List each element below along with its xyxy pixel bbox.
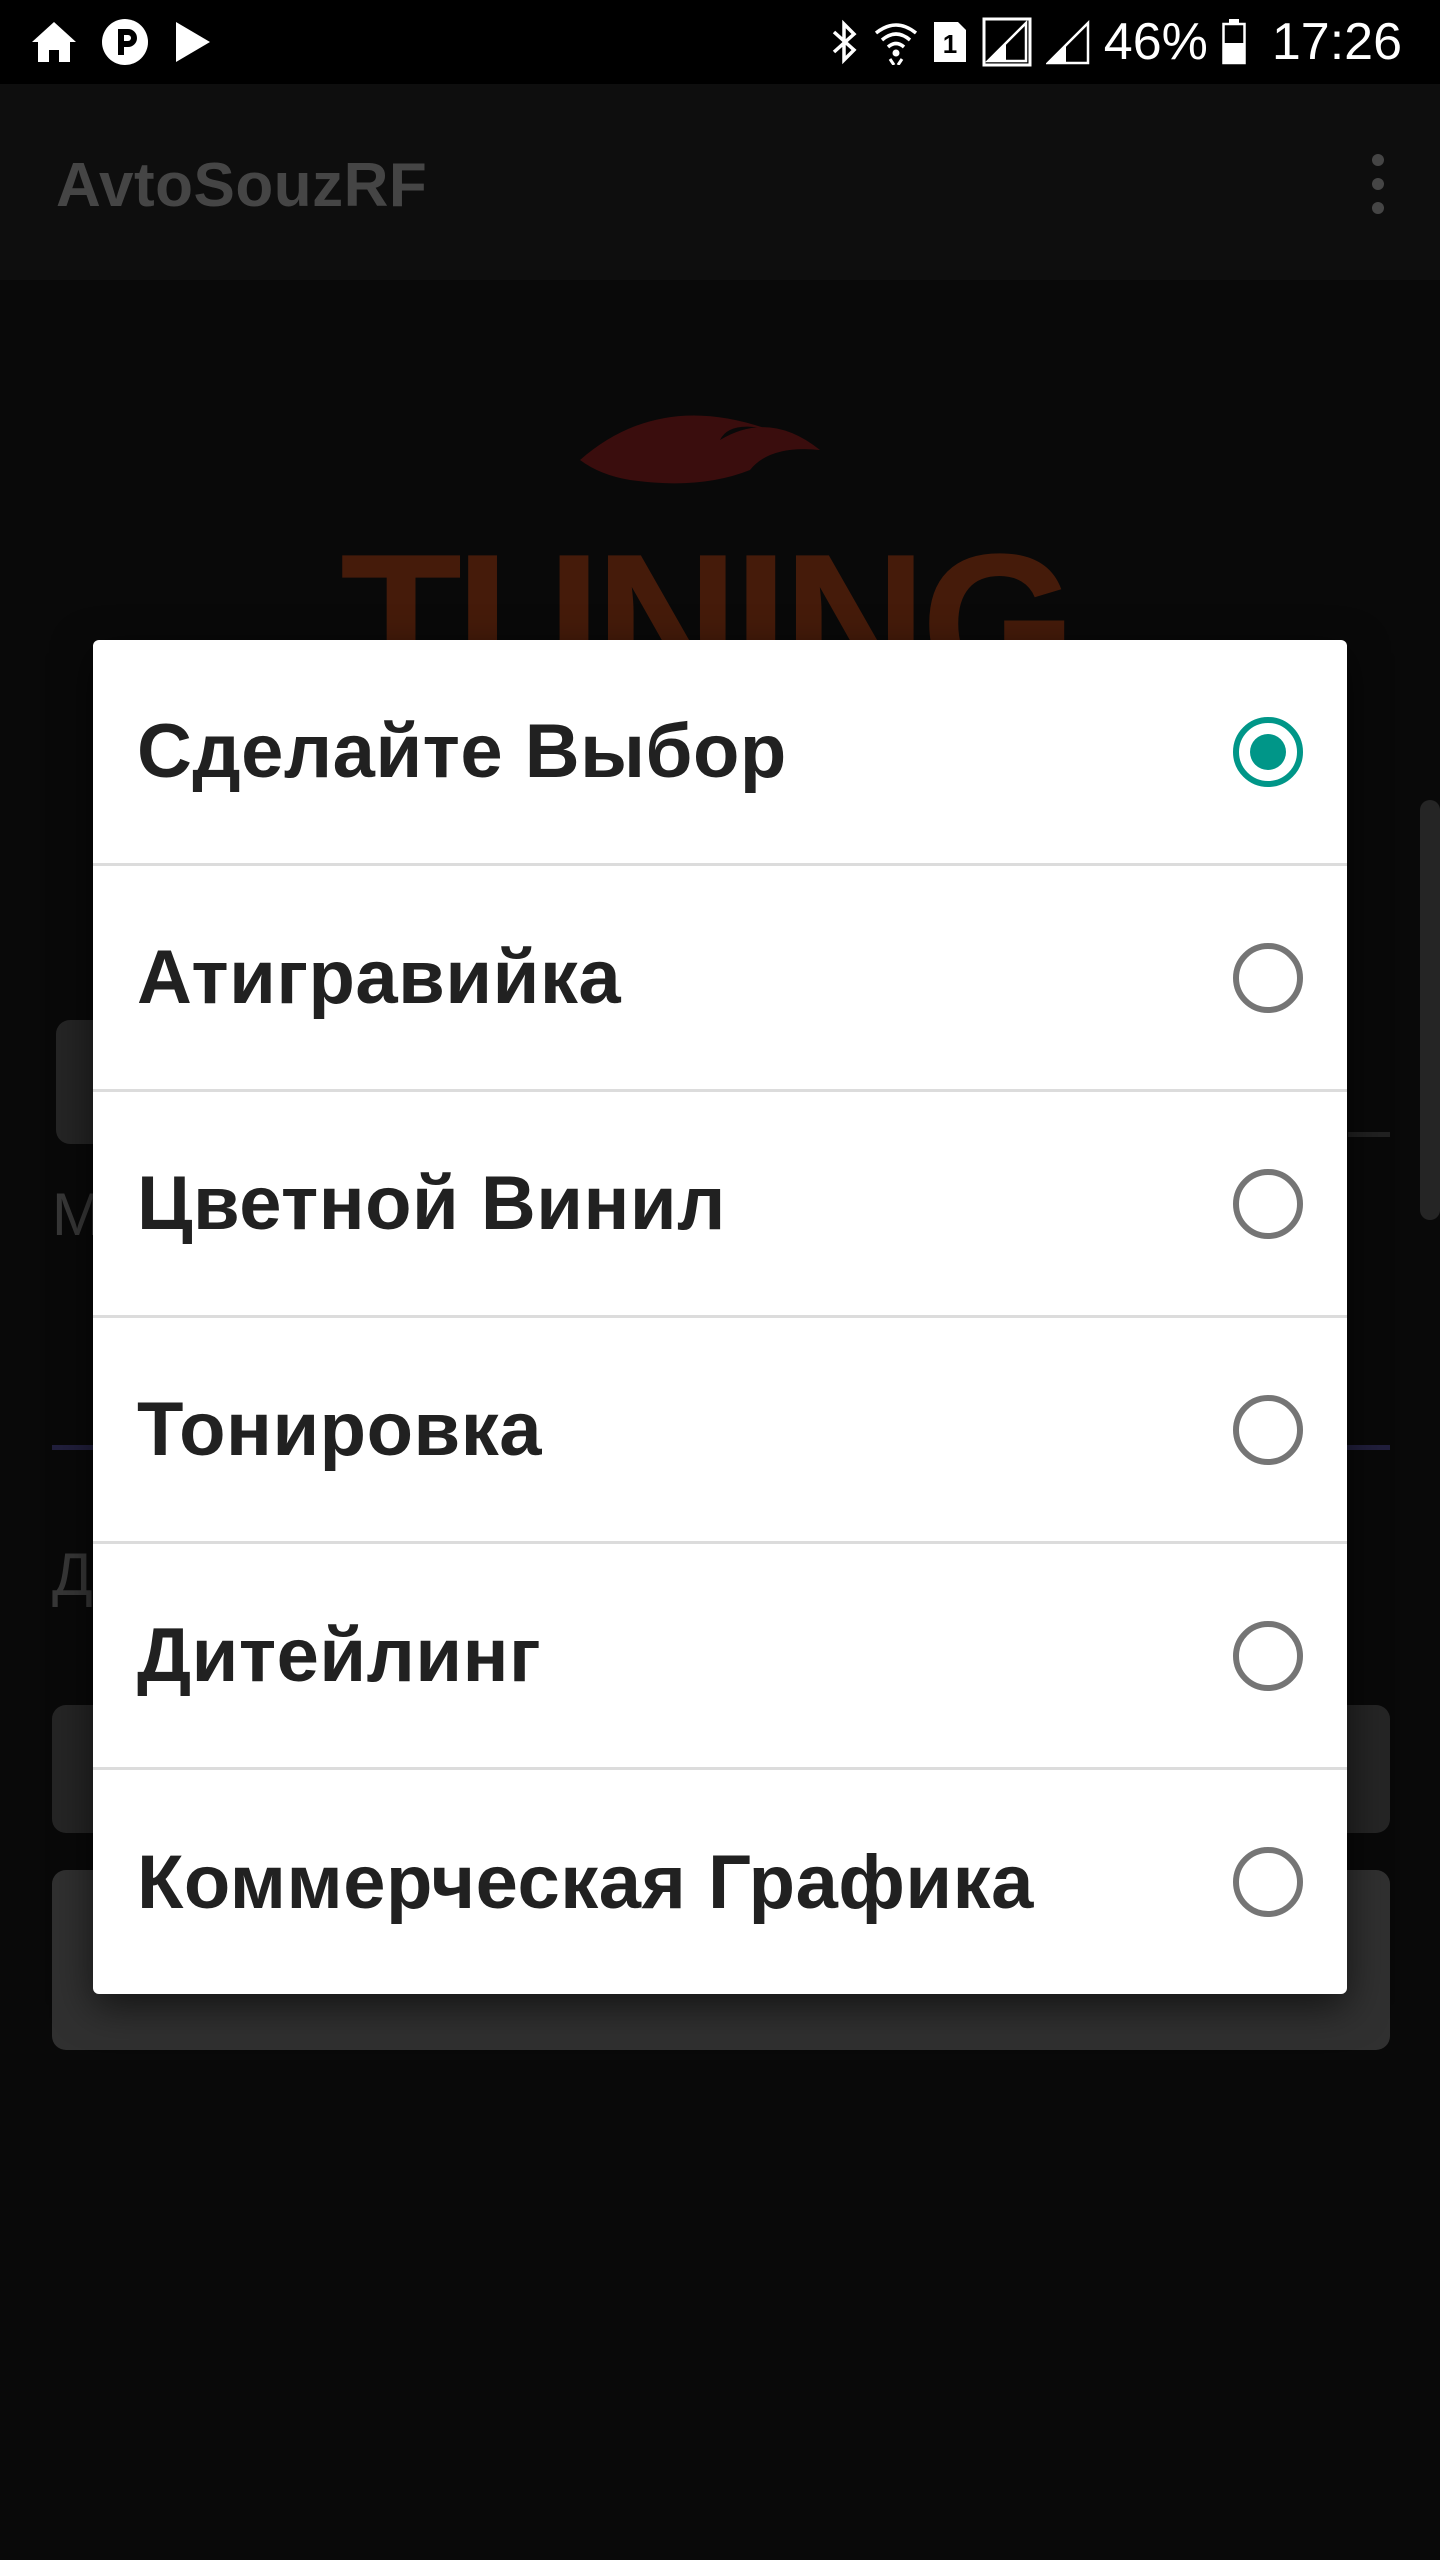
radio-unchecked-icon[interactable] [1233,942,1303,1013]
signal-2-icon [1045,19,1090,65]
status-right-icons: 1 46% 17:26 [830,12,1402,72]
clock: 17:26 [1271,13,1402,71]
battery-icon [1222,19,1246,65]
option-label: Цветной Винил [137,1161,726,1246]
play-icon [172,20,212,64]
bluetooth-icon [830,18,860,66]
radio-unchecked-icon[interactable] [1233,1847,1303,1917]
radio-checked-icon[interactable] [1233,716,1303,787]
status-left-icons [30,16,212,68]
signal-icon [982,17,1032,67]
svg-text:1: 1 [943,29,957,59]
choice-dialog: Сделайте Выбор Атигравийка Цветной Винил… [93,640,1347,1994]
option-antigravel[interactable]: Атигравийка [93,866,1347,1092]
option-label: Атигравийка [137,935,622,1020]
option-label: Сделайте Выбор [137,709,787,794]
wifi-icon [874,19,918,65]
radio-unchecked-icon[interactable] [1233,1168,1303,1239]
radio-unchecked-icon[interactable] [1233,1394,1303,1465]
option-commercial-graphics[interactable]: Коммерческая Графика [93,1770,1347,1994]
option-tinting[interactable]: Тонировка [93,1318,1347,1544]
option-color-vinyl[interactable]: Цветной Винил [93,1092,1347,1318]
battery-percent: 46% [1103,13,1208,71]
status-bar: 1 46% 17:26 [0,0,1440,84]
option-label: Тонировка [137,1387,543,1472]
radio-unchecked-icon[interactable] [1233,1620,1303,1691]
option-label: Дитейлинг [137,1613,542,1698]
option-make-choice[interactable]: Сделайте Выбор [93,640,1347,866]
sim-1-icon: 1 [932,20,968,64]
option-label: Коммерческая Графика [137,1839,1034,1925]
pandora-icon [100,17,150,67]
home-icon [30,20,78,64]
option-detailing[interactable]: Дитейлинг [93,1544,1347,1770]
